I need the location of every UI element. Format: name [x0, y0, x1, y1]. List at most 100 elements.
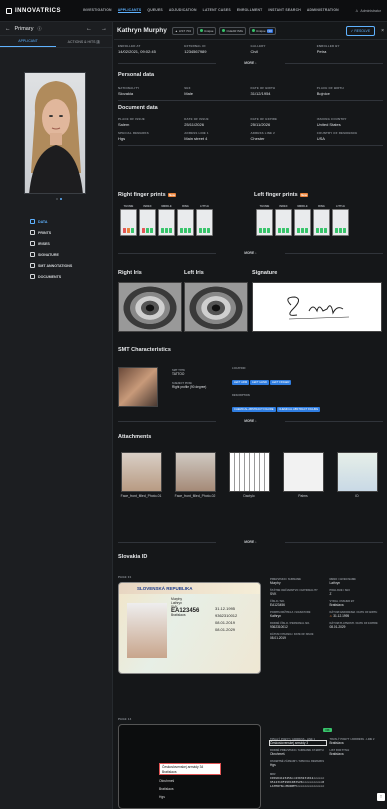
back-arrow-icon[interactable]: ←	[5, 26, 11, 32]
fingerprint-tile[interactable]	[158, 209, 175, 236]
smt-image[interactable]	[118, 367, 158, 407]
nav-instant-search[interactable]: INSTANT SEARCH	[268, 8, 301, 13]
left-prints-title: Left finger prints New	[250, 192, 386, 198]
attachment-item[interactable]: ID	[334, 452, 380, 499]
signature-image[interactable]	[252, 282, 382, 332]
scroll-top-button[interactable]: ↑	[377, 793, 385, 801]
field-value: Československej armády 3	[269, 740, 327, 746]
finger-labels: THUMB INDEX MIDDLE RING LITTLE	[114, 205, 250, 208]
field-label: DATE OF BIRTH	[250, 86, 276, 90]
user-menu[interactable]: ♙ Administrator	[355, 9, 381, 13]
attachment-thumbnail	[120, 452, 162, 492]
location-tag[interactable]: LEFT ARM	[232, 380, 250, 385]
description-tag[interactable]: CHEMICAL ABSTRACT FIGURE	[276, 407, 321, 412]
location-tag[interactable]: LEFT FINGER	[269, 380, 292, 385]
unique-chip-2[interactable]: Unique NO	[248, 26, 276, 35]
unique-chip-1[interactable]: Unique	[196, 26, 217, 35]
field-value: Chester	[250, 135, 265, 141]
location-tag[interactable]: LEFT HAND	[250, 380, 269, 385]
page-label: PAGE 14	[118, 717, 132, 721]
field-value: Kathryn	[270, 614, 281, 618]
card-date-birth: 31.12.1995	[215, 606, 236, 611]
card-header: SLOVENSKÁ REPUBLIKA	[119, 583, 260, 594]
field-value: USA	[316, 135, 325, 141]
nav-investigation[interactable]: INVESTIGATION	[83, 8, 112, 13]
info-icon[interactable]: ⓘ	[37, 26, 41, 32]
page-label: PAGE 01	[118, 575, 132, 579]
new-badge: New	[167, 193, 177, 197]
list-chip[interactable]: ▲ LIST 704	[171, 26, 194, 35]
finger-label: THUMB	[259, 205, 270, 208]
attachment-item[interactable]: Palms	[280, 452, 326, 499]
nav-applicants[interactable]: APPLICANTS	[117, 8, 142, 13]
applicant-photo[interactable]	[24, 72, 86, 194]
photo-pager[interactable]	[56, 198, 62, 200]
signature-icon	[30, 252, 35, 257]
menu-smt[interactable]: SMT ANNOTATIONS	[30, 260, 72, 271]
photo-dot[interactable]	[56, 198, 58, 200]
more-button[interactable]: MORE ↓	[114, 416, 387, 426]
fingerprint-tile[interactable]	[275, 209, 292, 236]
nav-administration[interactable]: ADMINISTRATION	[307, 8, 339, 13]
attachment-thumbnail	[228, 452, 270, 492]
fingerprint-tile[interactable]	[120, 209, 137, 236]
nav-enrollment[interactable]: ENROLLMENT	[237, 8, 263, 13]
description-tag[interactable]: CHEMICAL ABSTRACT FIGURE	[232, 407, 276, 412]
finger-label: RING	[182, 205, 189, 208]
fingerprint-tile[interactable]	[294, 209, 311, 236]
field-value: Civil	[250, 49, 259, 54]
warning-icon: ⚠	[329, 614, 333, 618]
portrait-image	[29, 81, 83, 193]
card-personal-no: 9362310012	[215, 613, 238, 618]
attachment-item[interactable]: Face_front_filled_Photo-02	[172, 452, 218, 499]
right-prints-title: Right finger prints New	[114, 192, 250, 198]
field-label: SEX	[184, 86, 191, 90]
menu-signature[interactable]: SIGNATURE	[30, 249, 72, 260]
right-iris-image[interactable]	[118, 282, 182, 332]
field-label: DATE OF ISSUE	[184, 116, 209, 121]
resolve-button[interactable]: ✓ RESOLVE	[345, 25, 376, 36]
more-button[interactable]: MORE ↓	[114, 58, 387, 68]
chip-label: LIST 704	[178, 28, 191, 33]
id-fields: PRIEZVISKO / SURNAME Murphy MENO / GIVEN …	[270, 578, 385, 640]
fingerprint-tile[interactable]	[177, 209, 194, 236]
field-value: Salem	[118, 121, 130, 127]
nav-latent-cases[interactable]: LATENT CASES	[203, 8, 231, 13]
brand-logo[interactable]: INNOVATRICS	[6, 7, 61, 14]
nav-adjudication[interactable]: ADJUDICATION	[169, 8, 197, 13]
clear-img-chip[interactable]: CLEAR IMG	[219, 26, 246, 35]
attachment-name: Palms	[298, 494, 308, 498]
id-card-front[interactable]: SLOVENSKÁ REPUBLIKA Murphy Lathryn SVK E…	[118, 582, 261, 674]
more-label: MORE	[244, 419, 255, 423]
nav-queues[interactable]: QUEUES	[147, 8, 163, 13]
attachment-thumbnail	[174, 452, 216, 492]
fingerprint-tile[interactable]	[313, 209, 330, 236]
address-highlight[interactable]: Československej armády 34 Bratislava	[159, 763, 221, 775]
left-iris-image[interactable]	[184, 282, 248, 332]
document-row-2: SPECIAL REMARKS Hgs ADRESS LINE 1 Main str…	[114, 131, 387, 141]
more-button[interactable]: MORE ↓	[114, 537, 387, 547]
close-icon[interactable]: ×	[381, 28, 384, 34]
fingerprint-tile[interactable]	[256, 209, 273, 236]
photo-dot-active[interactable]	[60, 198, 62, 200]
more-button[interactable]: MORE ↓	[114, 248, 387, 258]
menu-label: DATA	[38, 219, 48, 224]
field-label: GALLERY	[250, 44, 266, 48]
next-arrow-icon[interactable]: →	[101, 26, 107, 32]
menu-prints[interactable]: PRINTS	[30, 227, 72, 238]
id-card-back[interactable]: Československej armády 34 Bratislava Okr…	[118, 724, 261, 809]
menu-irises[interactable]: IRISES	[30, 238, 72, 249]
tab-applicant[interactable]: APPLICANT	[0, 36, 56, 47]
attachment-item[interactable]: Face_front_filled_Photo-01	[118, 452, 164, 499]
tab-actions-hits[interactable]: ACTIONS & HITS 3	[56, 36, 112, 47]
attachment-item[interactable]: Dactylo	[226, 452, 272, 499]
menu-documents[interactable]: DOCUMENTS	[30, 271, 72, 282]
prev-arrow-icon[interactable]: ←	[86, 26, 92, 32]
fingerprint-tile[interactable]	[139, 209, 156, 236]
menu-data[interactable]: DATA	[30, 216, 72, 227]
fingerprint-tile[interactable]	[332, 209, 349, 236]
section-title-attachments: Attachments	[118, 434, 152, 440]
fingerprint-tile[interactable]	[196, 209, 213, 236]
applicant-header: Kathryn Murphy ▲ LIST 704 Unique CLEAR IM…	[114, 22, 387, 40]
data-icon	[30, 219, 35, 224]
